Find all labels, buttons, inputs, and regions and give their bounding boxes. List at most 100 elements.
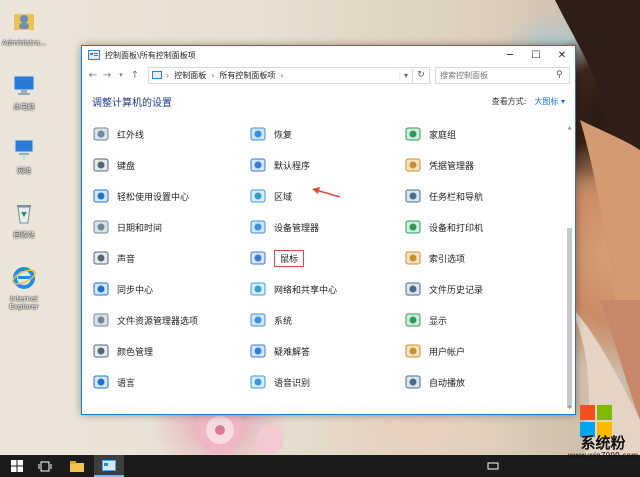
vertical-scrollbar[interactable]: ▲ ▼ (566, 124, 573, 412)
search-box[interactable]: ⚲ (435, 66, 570, 84)
cp-item-label: 任务栏和导航 (429, 192, 484, 203)
cp-item-label: 日期和时间 (117, 223, 163, 234)
desktop-icon-network[interactable]: 网络 (2, 136, 46, 175)
cp-item-label: 键盘 (117, 161, 136, 172)
desktop-icon-this-pc[interactable]: 此电脑 (2, 72, 46, 111)
cp-item[interactable]: 文件资源管理器选项 (92, 310, 198, 330)
cp-item[interactable]: 键盘 (92, 155, 135, 175)
back-arrow-icon[interactable]: ← (86, 70, 100, 81)
display-icon (405, 313, 421, 327)
language-icon (93, 375, 109, 389)
cp-item[interactable]: 红外线 (92, 124, 144, 144)
folder-icon (70, 460, 84, 472)
title-bar[interactable]: 控制面板\所有控制面板项 ─ ☐ ✕ (82, 46, 575, 64)
taskbar (0, 455, 640, 477)
recent-chevron-down-icon[interactable]: ▾ (114, 71, 128, 79)
printer-icon (405, 220, 421, 234)
credential-manager-icon (405, 158, 421, 172)
cp-item-label: 用户帐户 (429, 347, 466, 358)
search-icon[interactable]: ⚲ (556, 70, 563, 80)
folder-options-icon (93, 313, 109, 327)
breadcrumb-all-items[interactable]: 所有控制面板项 (219, 70, 275, 81)
scroll-thumb[interactable] (567, 228, 572, 408)
annotation-arrow-icon (312, 187, 341, 198)
task-view-button[interactable] (30, 455, 60, 477)
forward-arrow-icon[interactable]: → (100, 70, 114, 81)
cp-item[interactable]: 鼠标 (249, 248, 305, 268)
cp-item[interactable]: 凭据管理器 (404, 155, 474, 175)
cp-item-label: 颜色管理 (117, 347, 154, 358)
desktop-icon-user[interactable]: Administra... (2, 8, 47, 47)
cp-item[interactable]: 网络和共享中心 (249, 279, 337, 299)
cp-item[interactable]: 声音 (92, 248, 135, 268)
recovery-icon (250, 127, 266, 141)
navigation-bar: ← → ▾ ↑ › 控制面板 › 所有控制面板项 › ▾ ↻ ⚲ (82, 64, 575, 86)
cp-item-label: 设备和打印机 (429, 223, 484, 234)
task-view-icon (38, 461, 52, 471)
control-panel-taskbar-button[interactable] (94, 455, 124, 477)
keyboard-tray-icon[interactable] (487, 460, 499, 472)
system-icon (250, 313, 266, 327)
cp-item[interactable]: 语言 (92, 372, 135, 392)
desktop-icon-label: 网络 (17, 167, 31, 175)
cp-item[interactable]: 语音识别 (249, 372, 310, 392)
ease-of-access-icon (93, 189, 109, 203)
window-title: 控制面板\所有控制面板项 (105, 50, 196, 60)
indexing-icon (405, 251, 421, 265)
cp-item[interactable]: 恢复 (249, 124, 292, 144)
cp-item[interactable]: 系统 (249, 310, 292, 330)
cp-item[interactable]: 显示 (404, 310, 447, 330)
desktop-icon-label: 此电脑 (13, 103, 35, 111)
desktop-icon-label: Internet Explorer (9, 295, 39, 311)
cp-item[interactable]: 同步中心 (92, 279, 153, 299)
cp-item[interactable]: 日期和时间 (92, 217, 162, 237)
page-title: 调整计算机的设置 (92, 97, 172, 109)
cp-item[interactable]: 文件历史记录 (404, 279, 483, 299)
keyboard-icon (93, 158, 109, 172)
address-bar[interactable]: › 控制面板 › 所有控制面板项 › ▾ (148, 66, 413, 84)
breadcrumb-control-panel[interactable]: 控制面板 (174, 70, 206, 81)
cp-item[interactable]: 颜色管理 (92, 341, 153, 361)
control-panel-icon (88, 50, 100, 60)
region-icon (250, 189, 266, 203)
breadcrumb-separator-icon: › (280, 70, 284, 80)
scroll-up-icon[interactable]: ▲ (566, 124, 573, 132)
cp-item-label: 显示 (429, 316, 448, 327)
cp-item[interactable]: 设备和打印机 (404, 217, 483, 237)
cp-item[interactable]: 轻松使用设置中心 (92, 186, 189, 206)
minimize-button[interactable]: ─ (497, 46, 523, 64)
maximize-button[interactable]: ☐ (523, 46, 549, 64)
file-explorer-button[interactable] (62, 455, 92, 477)
desktop-icon-label: 回收站 (13, 231, 35, 239)
view-by-dropdown[interactable]: 大图标 ▾ (534, 96, 565, 107)
cp-item[interactable]: 默认程序 (249, 155, 310, 175)
breadcrumb-separator-icon: › (211, 70, 215, 80)
address-dropdown-icon[interactable]: ▾ (399, 70, 412, 80)
cp-item-label: 轻松使用设置中心 (117, 192, 190, 203)
cp-item-label: 同步中心 (117, 285, 154, 296)
close-button[interactable]: ✕ (549, 46, 575, 64)
search-input[interactable] (436, 70, 556, 80)
device-manager-icon (250, 220, 266, 234)
cp-item-label: 红外线 (117, 130, 145, 141)
start-button[interactable] (2, 455, 32, 477)
desktop-icon-ie[interactable]: Internet Explorer (2, 264, 46, 311)
cp-item-label: 鼠标 (274, 249, 305, 267)
cp-item-label: 恢复 (274, 130, 293, 141)
cp-item[interactable]: 任务栏和导航 (404, 186, 483, 206)
desktop-icon-recycle-bin[interactable]: 回收站 (2, 200, 46, 239)
cp-item[interactable]: 索引选项 (404, 248, 465, 268)
cp-item[interactable]: 用户帐户 (404, 341, 465, 361)
cp-item[interactable]: 疑难解答 (249, 341, 310, 361)
view-by-label: 查看方式: (491, 96, 527, 106)
cp-item[interactable]: 家庭组 (404, 124, 456, 144)
up-arrow-icon[interactable]: ↑ (128, 70, 142, 81)
computer-icon (13, 75, 35, 95)
cp-item[interactable]: 设备管理器 (249, 217, 319, 237)
cp-item[interactable]: 区域 (249, 186, 292, 206)
cp-item[interactable]: 自动播放 (404, 372, 465, 392)
refresh-icon[interactable]: ↻ (413, 66, 430, 84)
desktop-icon-label: Administra... (2, 39, 47, 47)
cp-item-label: 设备管理器 (274, 223, 320, 234)
taskbar-icon (405, 189, 421, 203)
